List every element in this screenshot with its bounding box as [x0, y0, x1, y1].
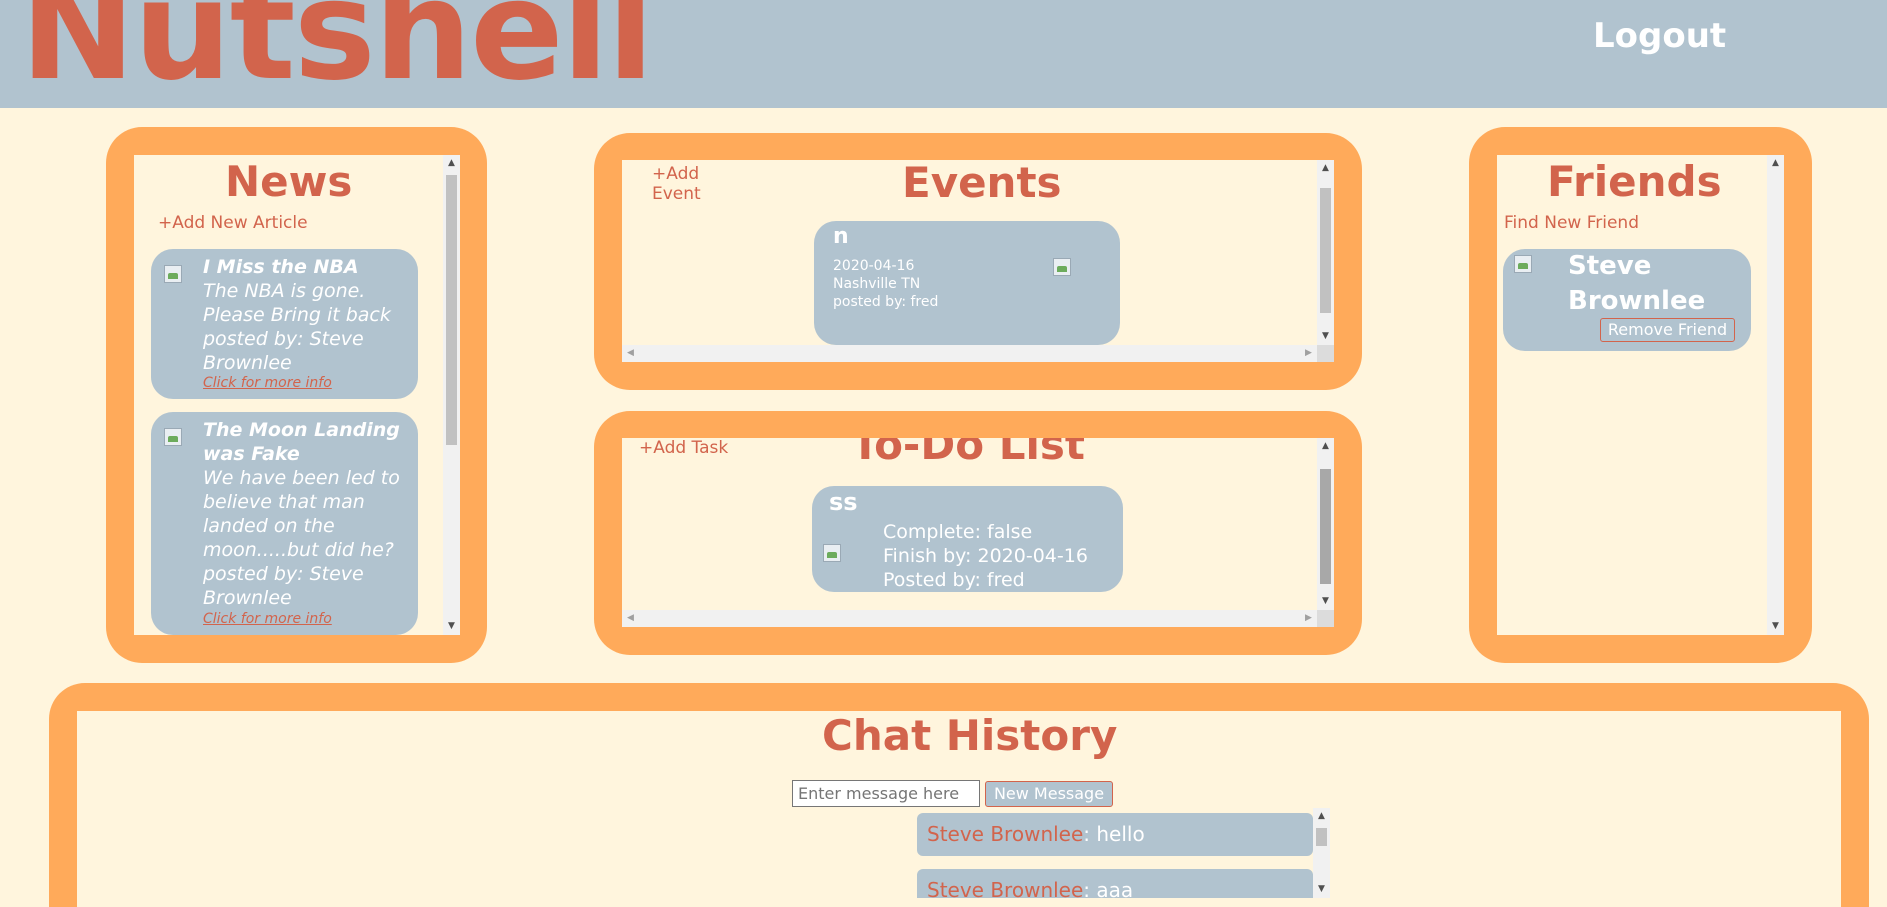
todo-name: ss: [829, 488, 858, 516]
scroll-down-arrow-icon[interactable]: ▼: [1313, 881, 1330, 898]
event-author: posted by: fred: [833, 294, 939, 310]
scroll-thumb[interactable]: [1316, 828, 1327, 846]
events-vertical-scrollbar[interactable]: ▲ ▼: [1317, 160, 1334, 345]
todo-image: [823, 544, 841, 562]
scrollbar-corner: [1317, 610, 1334, 627]
article-title: I Miss the NBA: [203, 256, 359, 278]
scroll-right-arrow-icon[interactable]: ▶: [1300, 610, 1317, 627]
scroll-thumb[interactable]: [1320, 188, 1331, 313]
event-date: 2020-04-16: [833, 258, 915, 274]
news-vertical-scrollbar[interactable]: ▲ ▼: [443, 155, 460, 635]
events-horizontal-scrollbar[interactable]: ◀ ▶: [622, 345, 1317, 362]
article-author: posted by: Steve Brownlee: [203, 328, 364, 374]
news-scroll-area: News +Add New Article I Miss the NBA The…: [134, 155, 460, 635]
scroll-right-arrow-icon[interactable]: ▶: [1300, 345, 1317, 362]
events-scroll-area: +Add Event Events n 2020-04-16 Nashville…: [622, 160, 1334, 362]
scroll-down-arrow-icon[interactable]: ▼: [1317, 593, 1334, 610]
news-article-card: I Miss the NBA The NBA is gone. Please B…: [151, 249, 418, 399]
event-name: n: [833, 224, 849, 249]
events-title: Events: [902, 160, 1062, 207]
events-panel: +Add Event Events n 2020-04-16 Nashville…: [594, 133, 1362, 390]
event-location: Nashville TN: [833, 276, 921, 292]
friend-avatar: [1514, 255, 1532, 273]
friends-vertical-scrollbar[interactable]: ▲ ▼: [1767, 155, 1784, 635]
scroll-up-arrow-icon[interactable]: ▲: [1317, 160, 1334, 177]
chat-title: Chat History: [822, 711, 1118, 760]
event-image: [1053, 258, 1071, 276]
article-image: [164, 265, 182, 283]
add-task-link[interactable]: +Add Task: [639, 438, 728, 458]
add-event-link[interactable]: +Add Event: [652, 164, 701, 204]
scrollbar-corner: [1317, 345, 1334, 362]
scroll-down-arrow-icon[interactable]: ▼: [1317, 328, 1334, 345]
friends-title: Friends: [1547, 157, 1722, 206]
chat-message: Steve Brownlee: hello: [917, 813, 1313, 856]
todo-horizontal-scrollbar[interactable]: ◀ ▶: [622, 610, 1317, 627]
article-body: The NBA is gone. Please Bring it back: [203, 280, 391, 326]
friends-panel: Friends Find New Friend Steve Brownlee R…: [1469, 127, 1812, 663]
chat-message: Steve Brownlee: aaa: [917, 869, 1313, 898]
article-more-link[interactable]: Click for more info: [203, 375, 332, 391]
article-body: We have been led to believe that man lan…: [203, 467, 400, 561]
scroll-left-arrow-icon[interactable]: ◀: [622, 345, 639, 362]
remove-friend-button[interactable]: Remove Friend: [1600, 318, 1735, 342]
scroll-down-arrow-icon[interactable]: ▼: [443, 618, 460, 635]
todo-complete: Complete: false: [883, 521, 1033, 543]
friend-card: Steve Brownlee Remove Friend: [1503, 249, 1751, 351]
article-image: [164, 428, 182, 446]
todo-author: Posted by: fred: [883, 569, 1025, 591]
chat-area: Chat History Enter message here New Mess…: [77, 711, 1841, 907]
scroll-up-arrow-icon[interactable]: ▲: [1767, 155, 1784, 172]
add-article-link[interactable]: +Add New Article: [158, 213, 308, 233]
scroll-up-arrow-icon[interactable]: ▲: [443, 155, 460, 172]
todo-vertical-scrollbar[interactable]: ▲ ▼: [1317, 438, 1334, 610]
news-panel: News +Add New Article I Miss the NBA The…: [106, 127, 487, 663]
todo-title: To-Do List: [851, 438, 1085, 469]
message-text: : hello: [1083, 822, 1145, 846]
scroll-up-arrow-icon[interactable]: ▲: [1313, 808, 1330, 825]
article-more-link[interactable]: Click for more info: [203, 611, 332, 627]
message-author[interactable]: Steve Brownlee: [927, 822, 1083, 846]
todo-scroll-area: To-Do List +Add Task ss Complete: false …: [622, 438, 1334, 627]
todo-card: ss Complete: false Finish by: 2020-04-16…: [812, 486, 1123, 592]
article-title: The Moon Landing was Fake: [203, 419, 400, 465]
scroll-thumb[interactable]: [446, 175, 457, 445]
message-author[interactable]: Steve Brownlee: [927, 878, 1083, 898]
chat-vertical-scrollbar[interactable]: ▲ ▼: [1313, 808, 1330, 898]
scroll-down-arrow-icon[interactable]: ▼: [1767, 618, 1784, 635]
scroll-up-arrow-icon[interactable]: ▲: [1317, 438, 1334, 455]
todo-panel: To-Do List +Add Task ss Complete: false …: [594, 411, 1362, 655]
new-message-button[interactable]: New Message: [985, 781, 1113, 807]
logout-link[interactable]: Logout: [1593, 16, 1726, 56]
chat-panel: Chat History Enter message here New Mess…: [49, 683, 1869, 907]
message-input[interactable]: Enter message here: [792, 780, 980, 807]
scroll-left-arrow-icon[interactable]: ◀: [622, 610, 639, 627]
chat-history-list: Steve Brownlee: hello Steve Brownlee: aa…: [917, 808, 1330, 898]
todo-finish: Finish by: 2020-04-16: [883, 545, 1088, 567]
article-author: posted by: Steve Brownlee: [203, 563, 364, 609]
event-card: n 2020-04-16 Nashville TN posted by: fre…: [814, 221, 1120, 345]
message-text: : aaa: [1083, 878, 1134, 898]
friends-scroll-area: Friends Find New Friend Steve Brownlee R…: [1497, 155, 1784, 635]
header-bar: Nutshell Logout: [0, 0, 1887, 108]
scroll-thumb[interactable]: [1320, 469, 1331, 584]
find-friend-link[interactable]: Find New Friend: [1504, 213, 1639, 233]
news-article-card: The Moon Landing was Fake We have been l…: [151, 412, 418, 635]
app-logo: Nutshell: [20, 0, 654, 108]
news-title: News: [225, 157, 353, 206]
friend-name: Steve Brownlee: [1568, 251, 1706, 316]
